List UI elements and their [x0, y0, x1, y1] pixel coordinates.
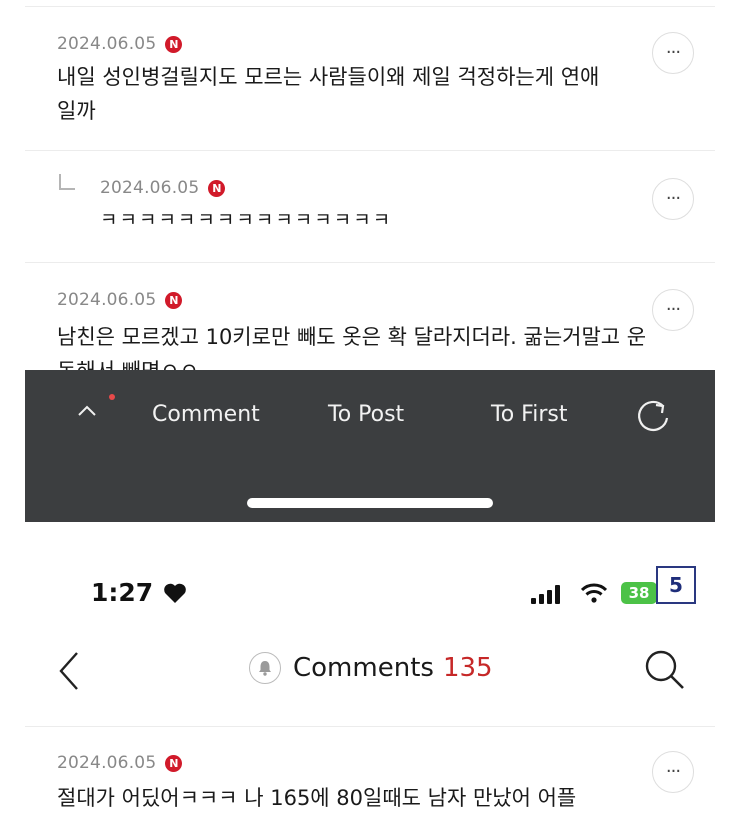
more-options-button[interactable]: ··· — [652, 289, 694, 331]
comment-text: 남친은 모르겠고 10키로만 빼도 옷은 확 달라지더라. 굶는거말고 운동해서… — [57, 325, 647, 370]
divider — [25, 726, 715, 727]
overlay-number-badge: 5 — [656, 566, 696, 604]
home-indicator — [247, 498, 493, 508]
ellipsis-icon: ··· — [665, 299, 681, 320]
heart-icon — [164, 583, 186, 603]
divider — [25, 6, 715, 7]
to-first-button[interactable]: To First — [491, 402, 567, 427]
chevron-left-icon[interactable] — [55, 649, 83, 693]
comment-meta: 2024.06.05 N — [57, 34, 183, 54]
comments-screen-bottom: 1:27 38 5 Comments 135 2024.06.05 N 절대가 … — [25, 560, 715, 811]
ellipsis-icon: ··· — [665, 42, 681, 63]
battery-level: 38 — [628, 584, 650, 602]
more-options-button[interactable]: ··· — [652, 32, 694, 74]
comment-text: 내일 성인병걸릴지도 모르는 사람들이왜 제일 걱정하는게 연애일까 — [57, 65, 600, 123]
comment-date: 2024.06.05 — [57, 34, 157, 54]
divider — [25, 262, 715, 263]
to-post-button[interactable]: To Post — [328, 402, 404, 427]
reply-indent-icon — [59, 174, 75, 190]
comments-list-top: 2024.06.05 N 내일 성인병걸릴지도 모르는 사람들이왜 제일 걱정하… — [25, 0, 715, 370]
ellipsis-icon: ··· — [665, 761, 681, 782]
comment-meta: 2024.06.05 N — [100, 178, 226, 198]
new-badge: N — [165, 754, 183, 772]
signal-icon — [531, 584, 560, 604]
divider — [25, 150, 715, 151]
comment-text: ㅋㅋㅋㅋㅋㅋㅋㅋㅋㅋㅋㅋㅋㅋㅋ — [100, 209, 393, 231]
new-badge: N — [165, 35, 183, 53]
bell-button[interactable] — [249, 652, 281, 684]
status-bar-time: 1:27 — [91, 578, 187, 607]
more-options-button[interactable]: ··· — [652, 751, 694, 793]
comment-date: 2024.06.05 — [57, 753, 157, 773]
comments-title: Comments — [293, 653, 434, 683]
chevron-up-icon[interactable] — [77, 400, 97, 420]
search-icon[interactable] — [643, 648, 687, 692]
comment-meta: 2024.06.05 N — [57, 753, 183, 773]
comment-date: 2024.06.05 — [100, 178, 200, 198]
clock-text: 1:27 — [91, 578, 154, 607]
comment-meta: 2024.06.05 N — [57, 290, 183, 310]
new-badge: N — [208, 179, 226, 197]
new-badge: N — [165, 291, 183, 309]
page-title: Comments 135 — [249, 652, 493, 684]
wifi-icon — [581, 583, 607, 603]
comment-text: 절대가 어딨어ㅋㅋㅋ 나 165에 80일때도 남자 만났어 어플 — [57, 786, 577, 810]
more-options-button[interactable]: ··· — [652, 178, 694, 220]
bottom-toolbar: Comment To Post To First — [25, 370, 715, 522]
comment-date: 2024.06.05 — [57, 290, 157, 310]
comment-count: 135 — [442, 653, 493, 683]
bell-icon — [259, 661, 271, 676]
refresh-icon[interactable] — [634, 398, 672, 436]
ellipsis-icon: ··· — [665, 188, 681, 209]
notification-dot — [109, 394, 115, 400]
battery-indicator: 38 — [621, 582, 657, 604]
comment-button[interactable]: Comment — [152, 402, 260, 427]
